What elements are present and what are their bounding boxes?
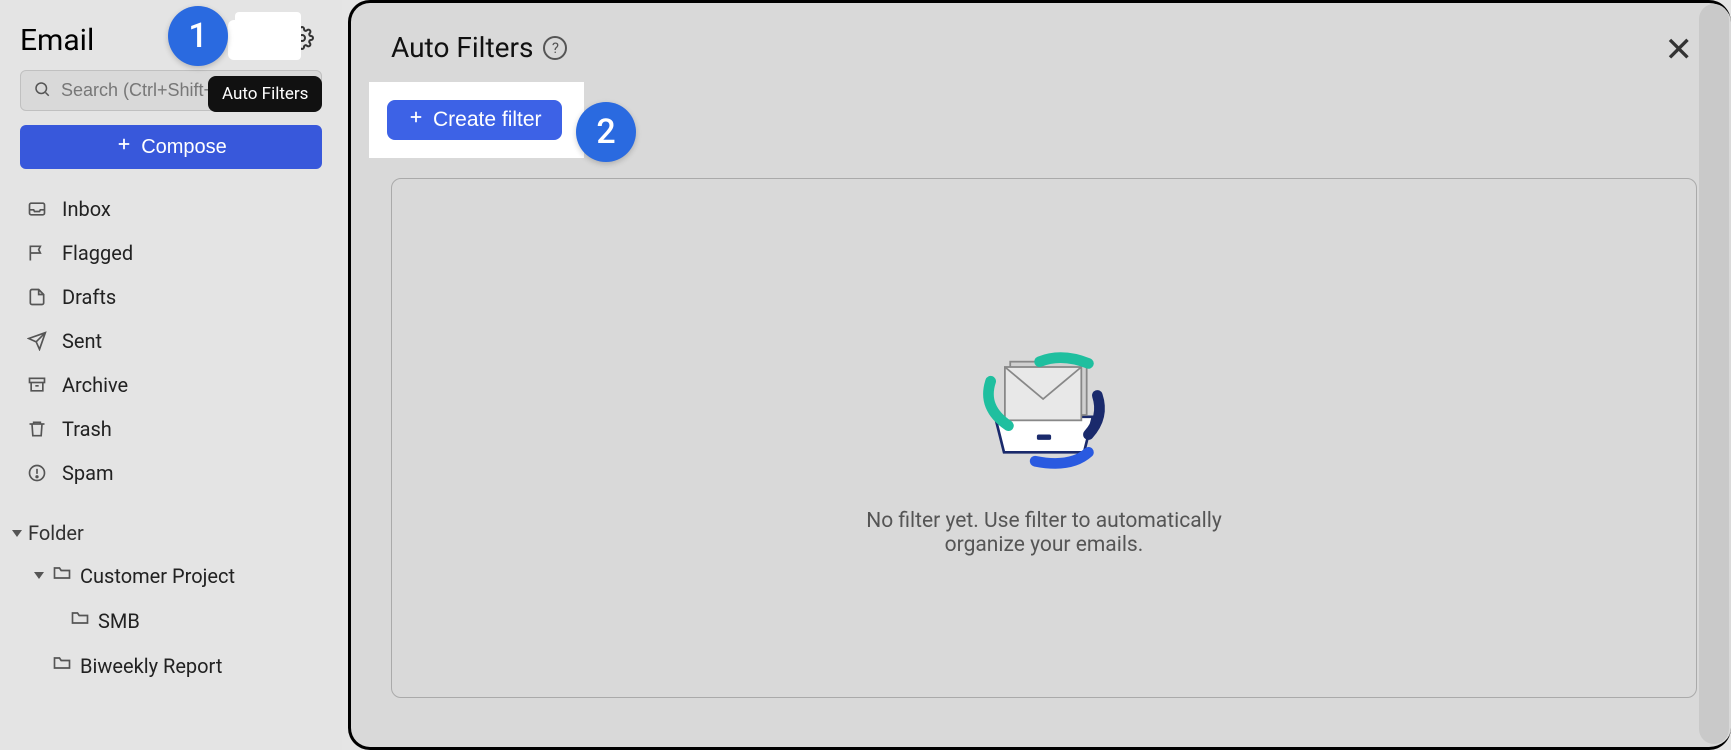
folder-section-header[interactable]: Folder xyxy=(12,509,330,553)
tooltip-text: Auto Filters xyxy=(222,84,308,104)
callout-number: 2 xyxy=(596,112,615,152)
compose-button[interactable]: Compose xyxy=(20,125,322,169)
inbox-icon xyxy=(26,198,48,220)
empty-illustration xyxy=(954,319,1134,485)
nav-item-archive[interactable]: Archive xyxy=(12,363,330,407)
folder-customer-project[interactable]: Customer Project xyxy=(12,553,330,598)
sidebar: Email xyxy=(0,0,342,750)
auto-filters-panel: Auto Filters ? ✕ Create filter xyxy=(348,0,1731,750)
folder-smb[interactable]: SMB xyxy=(12,598,330,643)
caret-down-icon xyxy=(12,530,22,537)
nav-label: Archive xyxy=(62,373,128,397)
nav-item-sent[interactable]: Sent xyxy=(12,319,330,363)
create-filter-highlight: Create filter xyxy=(369,82,584,158)
sent-icon xyxy=(26,330,48,352)
nav-label: Drafts xyxy=(62,285,116,309)
folder-icon xyxy=(52,653,72,678)
archive-icon xyxy=(26,374,48,396)
create-filter-button[interactable]: Create filter xyxy=(387,100,562,140)
compose-label: Compose xyxy=(141,136,227,159)
folder-icon xyxy=(52,563,72,588)
auto-filters-tooltip: Auto Filters xyxy=(208,76,322,112)
annotation-callout-1: 1 xyxy=(168,6,228,66)
folder-label: Customer Project xyxy=(80,564,235,588)
panel-title: Auto Filters xyxy=(391,31,533,64)
empty-state-text: No filter yet. Use filter to automatical… xyxy=(834,509,1254,557)
annotation-callout-2: 2 xyxy=(576,102,636,162)
nav-label: Flagged xyxy=(62,241,133,265)
spam-icon xyxy=(26,462,48,484)
create-filter-label: Create filter xyxy=(433,108,542,132)
drafts-icon xyxy=(26,286,48,308)
folder-label: Biweekly Report xyxy=(80,654,222,678)
nav-label: Trash xyxy=(62,417,112,441)
plus-icon xyxy=(115,135,133,159)
nav-item-trash[interactable]: Trash xyxy=(12,407,330,451)
panel-header: Auto Filters ? xyxy=(391,31,1697,64)
plus-icon xyxy=(407,108,425,132)
filters-empty-state: No filter yet. Use filter to automatical… xyxy=(391,178,1697,698)
help-icon[interactable]: ? xyxy=(543,36,567,60)
nav-item-inbox[interactable]: Inbox xyxy=(12,187,330,231)
annotation-highlight-1 xyxy=(235,12,301,60)
nav-item-drafts[interactable]: Drafts xyxy=(12,275,330,319)
nav-label: Spam xyxy=(62,461,114,485)
scrollbar[interactable] xyxy=(1699,4,1729,744)
main-area: Auto Filters ? ✕ Create filter xyxy=(342,0,1731,750)
folder-biweekly-report[interactable]: Biweekly Report xyxy=(12,643,330,688)
close-button[interactable]: ✕ xyxy=(1665,33,1694,67)
folder-label: SMB xyxy=(98,609,140,633)
nav-item-spam[interactable]: Spam xyxy=(12,451,330,495)
folder-header-label: Folder xyxy=(28,521,84,545)
caret-down-icon xyxy=(34,572,44,579)
flag-icon xyxy=(26,242,48,264)
nav-list: Inbox Flagged Drafts Sent xyxy=(12,187,330,495)
callout-number: 1 xyxy=(188,16,207,56)
search-icon xyxy=(33,80,51,102)
nav-item-flagged[interactable]: Flagged xyxy=(12,231,330,275)
nav-label: Sent xyxy=(62,329,102,353)
nav-label: Inbox xyxy=(62,197,111,221)
folder-icon xyxy=(70,608,90,633)
email-app-title: Email xyxy=(20,23,94,58)
trash-icon xyxy=(26,418,48,440)
close-icon: ✕ xyxy=(1665,30,1694,70)
